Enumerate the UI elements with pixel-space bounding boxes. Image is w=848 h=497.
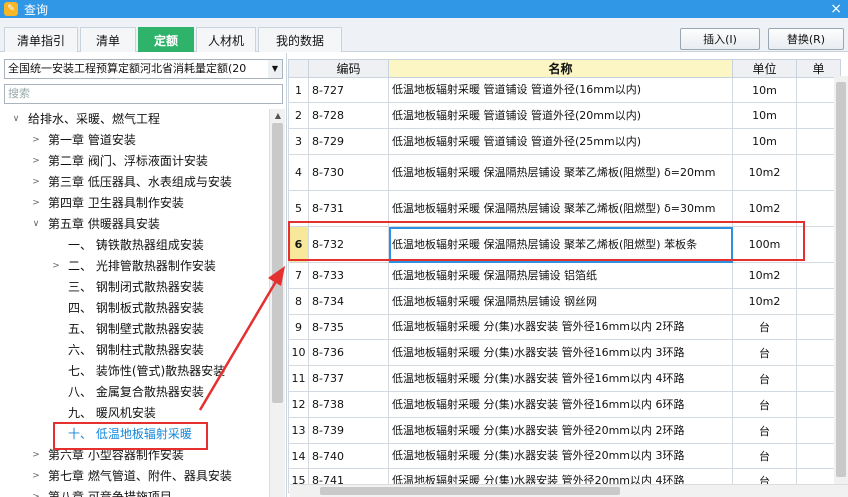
annotation-arrow-icon [198,266,285,411]
